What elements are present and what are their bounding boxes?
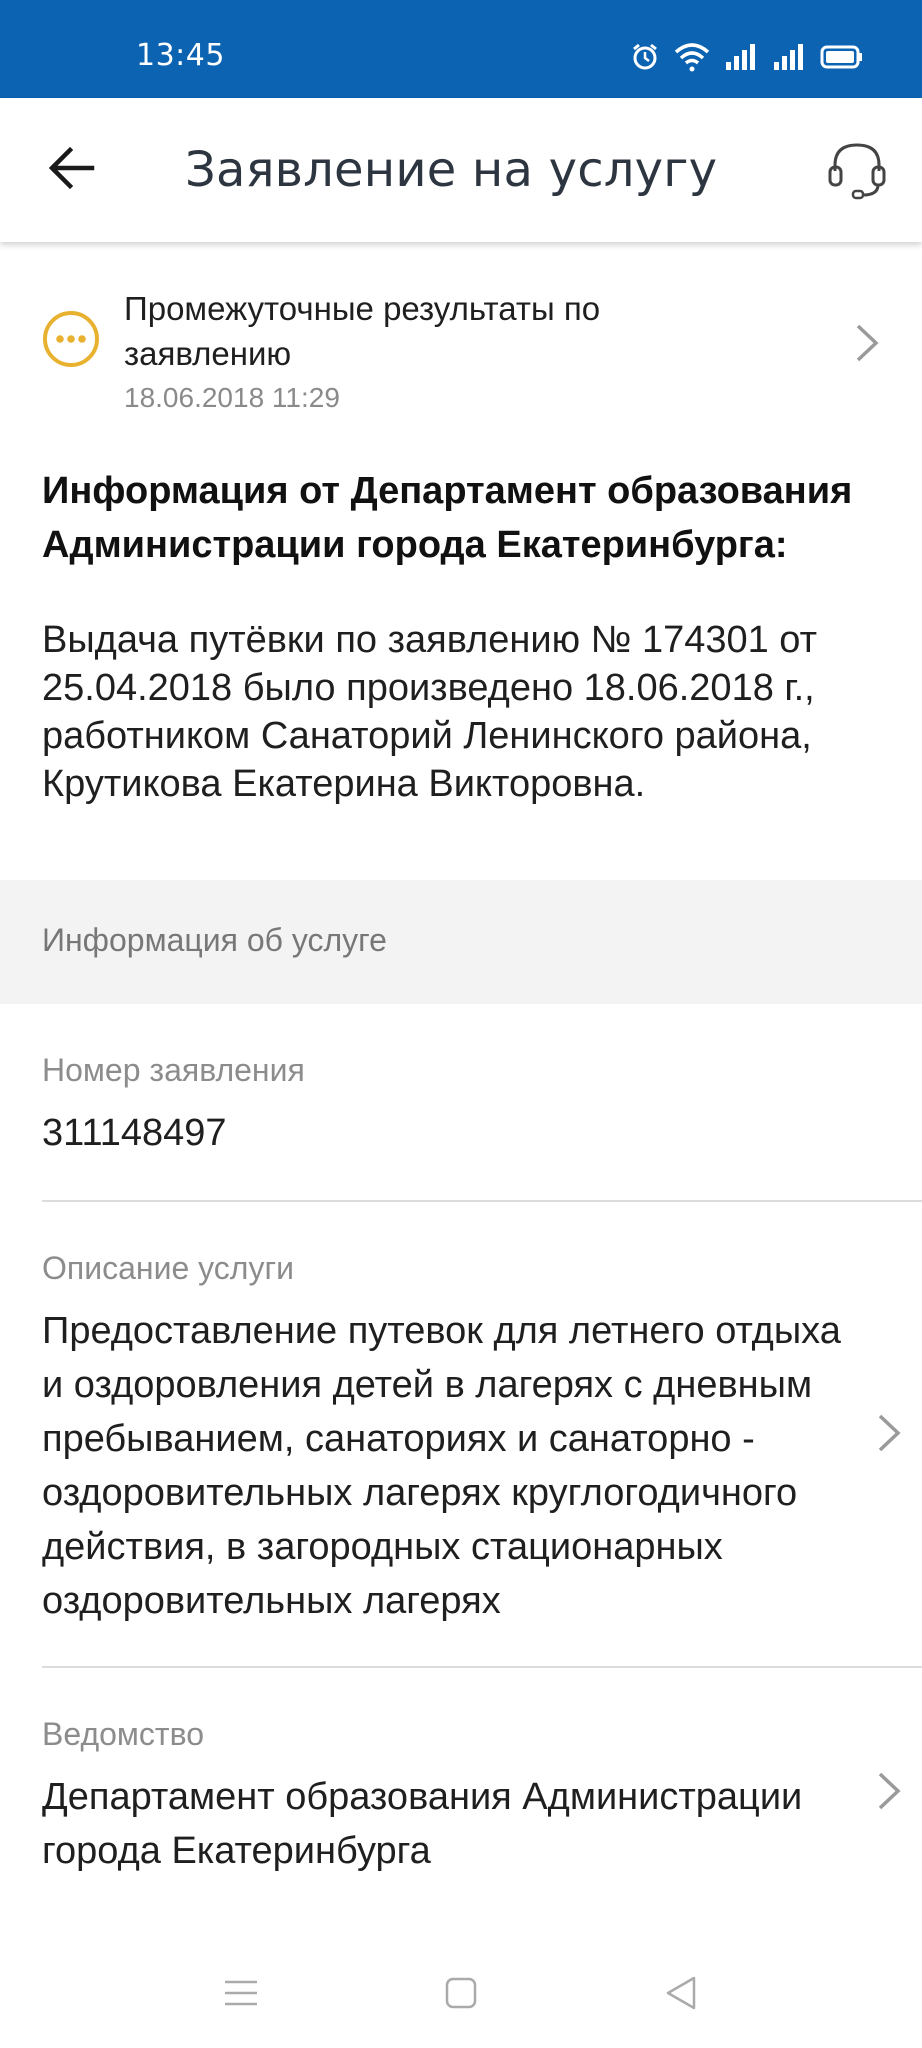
pending-dots-icon xyxy=(42,310,100,368)
system-nav-bar xyxy=(0,1940,922,2048)
result-title: Промежуточные результаты по заявлению xyxy=(124,290,601,372)
status-icons xyxy=(630,41,864,77)
home-square-icon xyxy=(444,1976,478,2015)
field-label: Номер заявления xyxy=(42,1052,305,1088)
signal-icon xyxy=(724,42,758,77)
back-button[interactable] xyxy=(42,142,102,198)
home-button[interactable] xyxy=(436,1970,486,2020)
divider xyxy=(42,1200,922,1202)
back-triangle-icon xyxy=(664,1975,698,2016)
section-header: Информация об услуге xyxy=(0,880,922,1004)
alarm-icon xyxy=(630,42,660,77)
status-bar: 13:45 xyxy=(0,0,922,98)
page-title: Заявление на услугу xyxy=(185,142,718,198)
headset-icon xyxy=(825,137,889,206)
chevron-right-icon xyxy=(874,1770,904,1812)
section-header-label: Информация об услуге xyxy=(42,922,387,958)
wifi-icon xyxy=(674,42,710,77)
intermediate-result-item[interactable]: Промежуточные результаты по заявлению 18… xyxy=(0,272,922,422)
system-back-button[interactable] xyxy=(656,1970,706,2020)
divider xyxy=(42,1666,922,1668)
field-value: Предоставление путевок для летнего отдых… xyxy=(42,1310,841,1622)
status-time: 13:45 xyxy=(136,38,225,73)
info-heading: Информация от Департамент образования Ад… xyxy=(42,470,853,566)
chevron-right-icon xyxy=(874,1412,904,1454)
field-value: Департамент образования Администрации го… xyxy=(42,1776,803,1872)
menu-button[interactable] xyxy=(216,1970,266,2020)
signal-icon xyxy=(772,42,806,77)
field-value: 311148497 xyxy=(42,1112,227,1154)
result-date: 18.06.2018 11:29 xyxy=(124,382,340,413)
app-bar: Заявление на услугу xyxy=(0,98,922,242)
info-text: Выдача путёвки по заявлению № 174301 от … xyxy=(42,619,818,805)
battery-icon xyxy=(820,44,864,75)
chevron-right-icon xyxy=(852,322,882,364)
field-label: Описание услуги xyxy=(42,1250,294,1286)
arrow-left-icon xyxy=(48,146,96,195)
menu-icon xyxy=(223,1978,259,2013)
field-label: Ведомство xyxy=(42,1716,204,1752)
support-button[interactable] xyxy=(822,136,892,206)
